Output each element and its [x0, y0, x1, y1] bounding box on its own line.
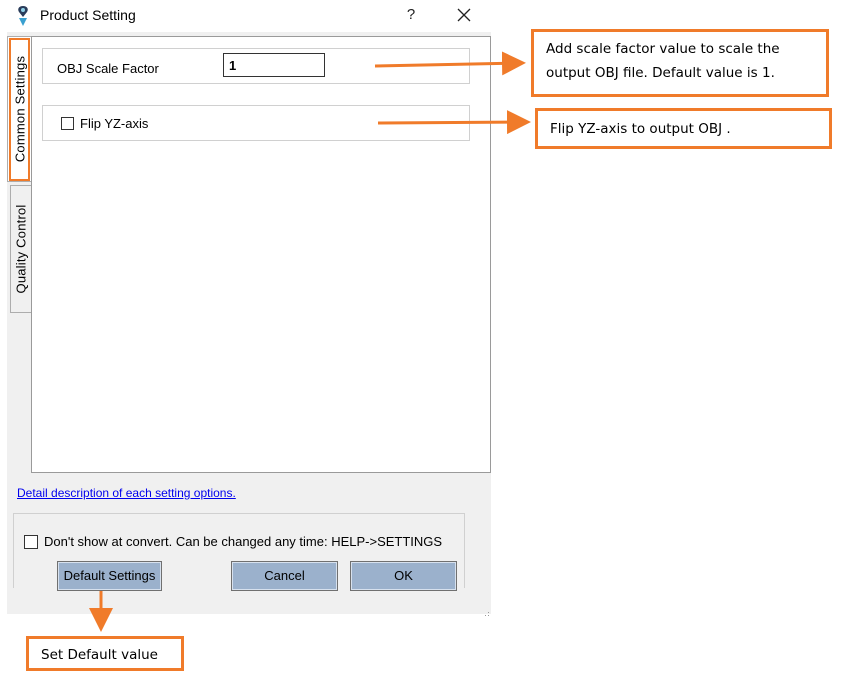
- callout-scale-factor: Add scale factor value to scale the outp…: [531, 29, 829, 97]
- callout-default-settings: Set Default value: [26, 636, 184, 671]
- scale-arrow: [374, 51, 526, 76]
- flip-arrow: [377, 110, 531, 135]
- annotation-arrows: [89, 51, 531, 632]
- callout-flip-yz: Flip YZ-axis to output OBJ .: [535, 108, 832, 149]
